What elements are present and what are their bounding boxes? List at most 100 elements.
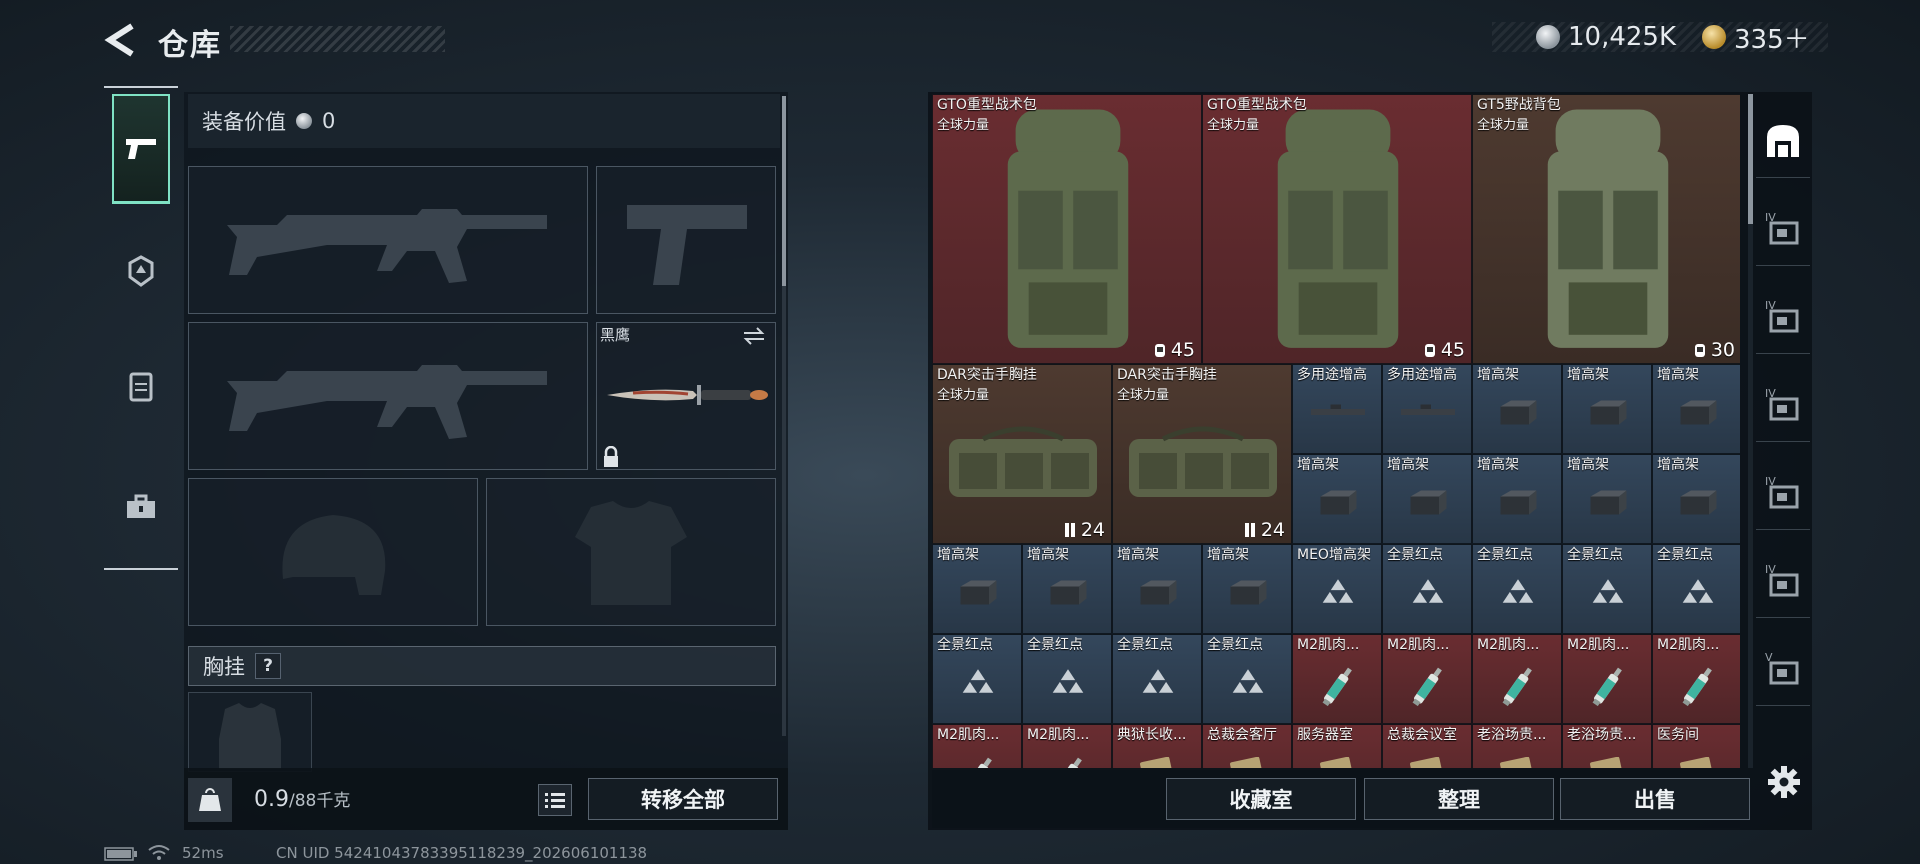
storage-item[interactable]: 服务器室 [1292, 724, 1382, 768]
rail-tab-gear[interactable] [112, 216, 170, 326]
storage-item[interactable]: 增高架 [1022, 544, 1112, 634]
storage-item[interactable]: 增高架 [1652, 364, 1740, 454]
sight-placeholder-icon [1592, 579, 1624, 603]
storage-item[interactable]: 增高架 [1562, 454, 1652, 544]
storage-item[interactable]: 全景红点 [1562, 544, 1652, 634]
helmet-slot[interactable] [188, 478, 478, 626]
storage-item-name: 增高架 [1567, 457, 1609, 473]
syringe-icon [1592, 667, 1622, 707]
gold-currency[interactable]: 335＋ [1702, 20, 1810, 55]
storage-item[interactable]: 全景红点 [1382, 544, 1472, 634]
help-button[interactable]: ? [255, 653, 281, 679]
rail-mount-icon [1401, 404, 1455, 415]
title-decoration [230, 26, 445, 52]
primary-weapon-slot[interactable] [188, 166, 588, 314]
storage-item[interactable]: 多用途增高 [1382, 364, 1472, 454]
riser-mount-icon [960, 580, 997, 605]
back-button[interactable] [100, 18, 140, 62]
storage-tab-6[interactable]: IV [1756, 544, 1810, 618]
storage-item[interactable]: 典狱长收... [1112, 724, 1202, 768]
magazine-icon [1244, 523, 1255, 537]
uid-text: CN UID 54241043783395118239_202606101138 [276, 844, 648, 862]
storage-item-brand: 全球力量 [1477, 118, 1530, 133]
equipment-scroll-thumb[interactable] [782, 96, 786, 286]
armor-slot[interactable] [486, 478, 776, 626]
tab-iv-tools-icon: IV [1765, 387, 1799, 420]
storage-item[interactable]: 医务间 [1652, 724, 1740, 768]
storage-tab-7[interactable]: V [1756, 632, 1810, 706]
armor-silhouette-icon [575, 501, 687, 605]
storage-tab-3[interactable]: IV [1756, 280, 1810, 354]
storage-item-capacity: 24 [1242, 519, 1285, 541]
swap-button[interactable] [742, 326, 766, 350]
storage-item[interactable]: GTO重型战术包 全球力量 45 [1202, 94, 1472, 364]
storage-item[interactable]: 多用途增高 [1292, 364, 1382, 454]
storage-item-name: 增高架 [1567, 367, 1609, 383]
storage-item[interactable]: M2肌肉... [1292, 634, 1382, 724]
vest-slot[interactable] [188, 692, 312, 772]
vault-button[interactable]: 收藏室 [1166, 778, 1356, 820]
storage-item[interactable]: 增高架 [1652, 454, 1740, 544]
settings-button[interactable] [1762, 760, 1806, 804]
storage-item[interactable]: M2肌肉... [1022, 724, 1112, 768]
storage-item[interactable]: 全景红点 [1652, 544, 1740, 634]
storage-item[interactable]: DAR突击手胸挂 全球力量 24 [932, 364, 1112, 544]
storage-item[interactable]: M2肌肉... [1652, 634, 1740, 724]
sight-placeholder-icon [962, 669, 994, 693]
storage-item-name: GT5野战背包 [1477, 97, 1561, 113]
storage-item[interactable]: M2肌肉... [1382, 634, 1472, 724]
storage-item[interactable]: 全景红点 [1112, 634, 1202, 724]
storage-scroll-thumb[interactable] [1748, 94, 1753, 224]
storage-item[interactable]: DAR突击手胸挂 全球力量 24 [1112, 364, 1292, 544]
capacity-icon [1154, 344, 1165, 357]
list-view-button[interactable] [538, 784, 572, 816]
storage-item[interactable]: 全景红点 [1022, 634, 1112, 724]
storage-item[interactable]: GTO重型战术包 全球力量 45 [932, 94, 1202, 364]
sort-button[interactable]: 整理 [1364, 778, 1554, 820]
storage-item[interactable]: MEO增高架 [1292, 544, 1382, 634]
storage-item[interactable]: 老浴场贵... [1562, 724, 1652, 768]
storage-tab-2[interactable]: IV [1756, 192, 1810, 266]
storage-item[interactable]: 增高架 [1292, 454, 1382, 544]
battery-icon [104, 846, 137, 861]
storage-item[interactable]: 增高架 [1472, 364, 1562, 454]
riser-mount-icon [1050, 580, 1087, 605]
storage-item-name: 增高架 [937, 547, 979, 563]
storage-item[interactable]: 全景红点 [1202, 634, 1292, 724]
capacity-icon [1424, 344, 1435, 357]
storage-item-name: 全景红点 [1117, 637, 1173, 653]
storage-tab-4[interactable]: IV [1756, 368, 1810, 442]
storage-item[interactable]: M2肌肉... [1472, 634, 1562, 724]
storage-item[interactable]: 总裁会议室 [1382, 724, 1472, 768]
storage-item[interactable]: M2肌肉... [1562, 634, 1652, 724]
storage-item-brand: 全球力量 [937, 388, 990, 403]
kg-weight-icon [188, 778, 232, 822]
storage-item[interactable]: 老浴场贵... [1472, 724, 1562, 768]
storage-item[interactable]: GT5野战背包 全球力量 30 [1472, 94, 1740, 364]
storage-item[interactable]: M2肌肉... [932, 724, 1022, 768]
transfer-all-button[interactable]: 转移全部 [588, 778, 778, 820]
storage-item[interactable]: 增高架 [1472, 454, 1562, 544]
page-title: 仓库 [158, 28, 222, 63]
storage-item[interactable]: 增高架 [1382, 454, 1472, 544]
status-bar [104, 844, 138, 862]
pistol-slot[interactable] [596, 166, 776, 314]
sell-button[interactable]: 出售 [1560, 778, 1750, 820]
storage-item-name: 增高架 [1657, 457, 1699, 473]
storage-item-name: 多用途增高 [1387, 367, 1457, 383]
storage-item[interactable]: 总裁会客厅 [1202, 724, 1292, 768]
syringe-icon [1053, 757, 1082, 768]
storage-item[interactable]: 增高架 [932, 544, 1022, 634]
storage-item[interactable]: 增高架 [1112, 544, 1202, 634]
rail-tab-weapons[interactable] [112, 94, 170, 204]
storage-item[interactable]: 全景红点 [932, 634, 1022, 724]
rail-tab-vest[interactable] [112, 331, 170, 441]
storage-tab-1[interactable] [1756, 104, 1810, 178]
storage-item-name: 多用途增高 [1297, 367, 1367, 383]
storage-item[interactable]: 增高架 [1202, 544, 1292, 634]
secondary-weapon-slot[interactable] [188, 322, 588, 470]
storage-tab-5[interactable]: IV [1756, 456, 1810, 530]
storage-item[interactable]: 增高架 [1562, 364, 1652, 454]
rail-tab-tools[interactable] [112, 452, 170, 562]
storage-item[interactable]: 全景红点 [1472, 544, 1562, 634]
